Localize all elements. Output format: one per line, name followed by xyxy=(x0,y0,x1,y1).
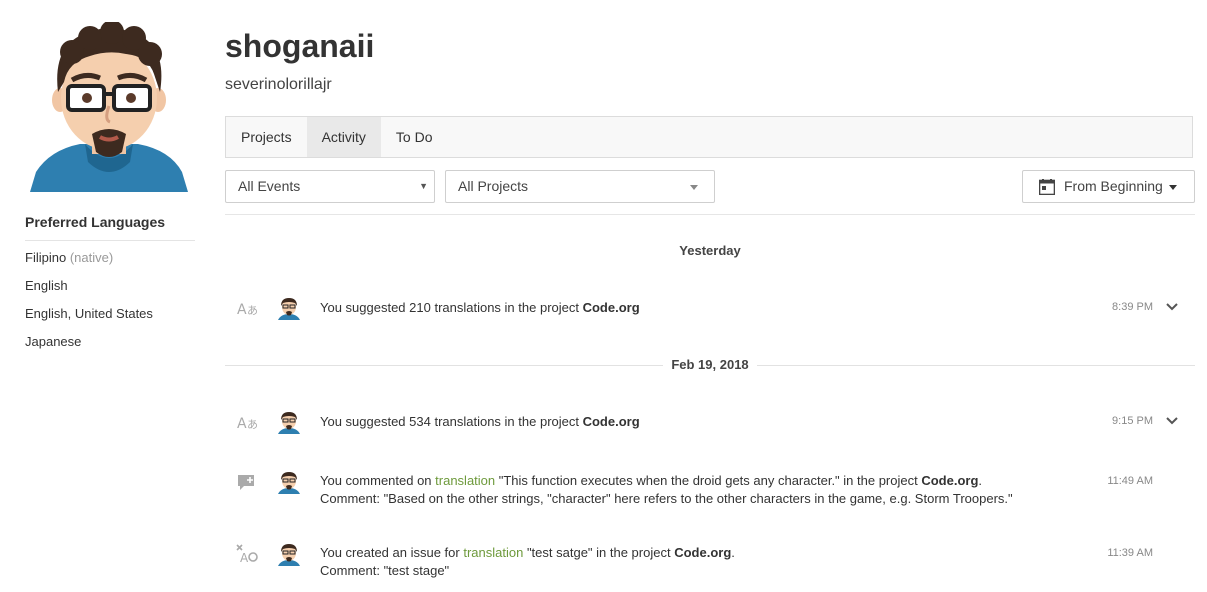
activity-text: You commented on translation "This funct… xyxy=(320,473,1013,506)
caret-down-icon: ▼ xyxy=(419,181,428,191)
activity-comment: Comment: "test stage" xyxy=(320,563,450,578)
divider xyxy=(225,214,1195,215)
activity-time: 11:49 AM xyxy=(1107,475,1153,487)
calendar-icon xyxy=(1039,179,1055,195)
chevron-down-icon[interactable] xyxy=(1165,302,1179,312)
translate-icon: A あ xyxy=(237,302,258,318)
activity-time: 9:15 PM xyxy=(1112,415,1153,427)
user-avatar xyxy=(278,544,300,566)
date-range-dropdown[interactable]: From Beginning xyxy=(1022,170,1195,203)
display-name: shoganaii xyxy=(225,28,375,64)
projects-filter-value: All Projects xyxy=(458,178,529,194)
user-avatar xyxy=(278,298,300,320)
tab-todo[interactable]: To Do xyxy=(381,117,448,157)
project-link[interactable]: Code.org xyxy=(921,473,978,488)
activity-time: 11:39 AM xyxy=(1107,547,1153,559)
user-avatar xyxy=(278,412,300,434)
date-range-label: From Beginning xyxy=(1064,178,1163,194)
project-link[interactable]: Code.org xyxy=(583,300,640,315)
svg-text:あ: あ xyxy=(247,418,258,431)
svg-text:A: A xyxy=(237,302,247,318)
translation-link[interactable]: translation xyxy=(463,545,523,560)
svg-text:あ: あ xyxy=(247,304,258,317)
language-item: Filipino (native) xyxy=(25,250,114,265)
svg-text:A: A xyxy=(237,416,247,432)
tab-activity[interactable]: Activity xyxy=(306,117,381,157)
feed-date-header: Feb 19, 2018 xyxy=(225,357,1195,372)
user-avatar xyxy=(278,472,300,494)
svg-text:A: A xyxy=(240,551,249,564)
preferred-languages-list: Filipino (native) English English, Unite… xyxy=(25,250,153,362)
translation-link[interactable]: translation xyxy=(435,473,495,488)
activity-time: 8:39 PM xyxy=(1112,301,1153,313)
feed-date-header: Yesterday xyxy=(225,243,1195,258)
events-filter-select[interactable]: All Events ▼ xyxy=(225,170,435,203)
chevron-down-icon[interactable] xyxy=(1165,416,1179,426)
activity-text: You created an issue for translation "te… xyxy=(320,545,735,578)
events-filter-value: All Events xyxy=(238,178,301,194)
language-item: Japanese xyxy=(25,334,82,349)
caret-down-icon xyxy=(690,185,698,190)
native-badge: (native) xyxy=(69,250,114,265)
caret-down-icon xyxy=(1169,185,1177,190)
username: severinolorillajr xyxy=(225,76,332,93)
projects-filter-select[interactable]: All Projects xyxy=(445,170,715,203)
translate-icon: A あ xyxy=(237,416,258,432)
language-item: English xyxy=(25,278,68,293)
tab-projects[interactable]: Projects xyxy=(226,117,307,157)
project-link[interactable]: Code.org xyxy=(583,414,640,429)
activity-text: You suggested 534 translations in the pr… xyxy=(320,414,640,429)
project-link[interactable]: Code.org xyxy=(674,545,731,560)
language-item: English, United States xyxy=(25,306,153,321)
profile-tabs: Projects Activity To Do xyxy=(225,116,1193,158)
activity-comment: Comment: "Based on the other strings, "c… xyxy=(320,491,1013,506)
activity-text: You suggested 210 translations in the pr… xyxy=(320,300,640,315)
comment-icon xyxy=(238,475,254,490)
profile-avatar xyxy=(30,22,188,192)
preferred-languages-title: Preferred Languages xyxy=(25,214,195,241)
issue-icon: A xyxy=(236,544,258,564)
